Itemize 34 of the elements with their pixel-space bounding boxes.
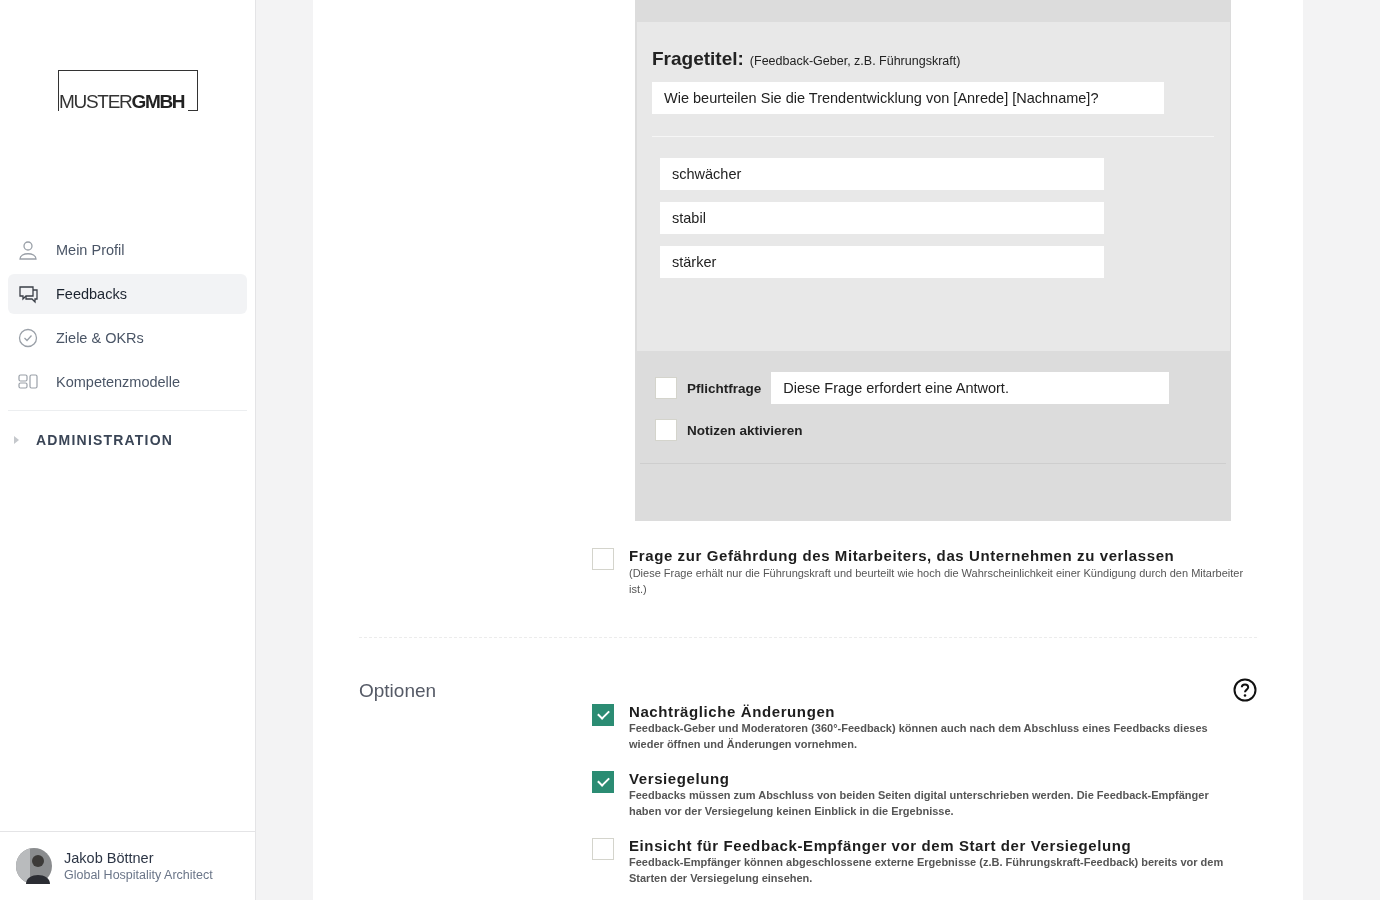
message-input[interactable]: Diese Frage erfordert eine Antwort. [771,372,1170,404]
company-logo: MUSTERGMBH [58,70,198,111]
chat-bubbles-icon [18,284,38,304]
field-label: Fragetitel: [652,48,744,70]
nav-item[interactable]: Mein Profil [8,230,247,270]
check-circle-icon [18,328,38,348]
option-title: Frage zur Gefährdung des Mitarbeiters, das Unternehmen zu verlassen [629,547,1176,565]
blocks-icon [18,372,38,392]
checkbox-label: Notizen aktivieren [687,422,803,438]
avatar [16,848,52,884]
nav-item[interactable]: Ziele & OKRs [8,318,247,358]
option-description: Feedbacks müssen zum Abschluss von beiden Seiten digital unterschrieben werden. Die Feedback-Empfänger haben vor der Versiegelung keinen Einblick in die Ergebnisse. [629,788,1210,819]
checkbox[interactable] [592,704,614,726]
option-title: Nachträgliche Änderungen [629,703,837,721]
checkbox-label: Pflichtfrage [687,380,762,396]
option-description: Feedback-Empfänger können abgeschlossene externe Ergebnisse (z.B. Führungskraft-Feedback) bereits vor dem Starten der Versiegelung einsehen. [629,855,1225,886]
nav-item[interactable]: Kompetenzmodelle [8,362,247,402]
nav-item[interactable]: Feedbacks [8,274,247,314]
field-hint: (Feedback-Geber, z.B. Führungskraft) [749,54,961,68]
section-label[interactable]: ADMINISTRATION [36,432,174,448]
user-name: Jakob Böttner [64,850,155,866]
answer-input[interactable]: stärker [660,246,1104,278]
option-title: Versiegelung [629,770,731,788]
option-title: Einsicht für Feedback-Empfänger vor dem Start der Versiegelung [629,837,1133,855]
question-input[interactable]: Wie beurteilen Sie die Trendentwicklung von [Anrede] [Nachname]? [652,82,1164,114]
user-role: Global Hospitality Architect [64,868,213,882]
answer-input[interactable]: stabil [660,202,1104,234]
option-description: (Diese Frage erhält nur die Führungskraft und beurteilt wie hoch die Wahrscheinlichkeit einer Kündigung durch den Mitarbeiter ist.) [629,566,1244,597]
section-heading: Optionen [359,679,438,703]
answer-input[interactable]: schwächer [660,158,1104,190]
checkbox[interactable] [592,771,614,793]
help-icon[interactable] [1233,678,1257,702]
option-description: Feedback-Geber und Moderatoren (360°-Feedback) können auch nach dem Abschluss eines Feedbacks dieses wieder öffnen und Änderungen vornehmen. [629,721,1209,752]
person-icon [18,240,38,260]
